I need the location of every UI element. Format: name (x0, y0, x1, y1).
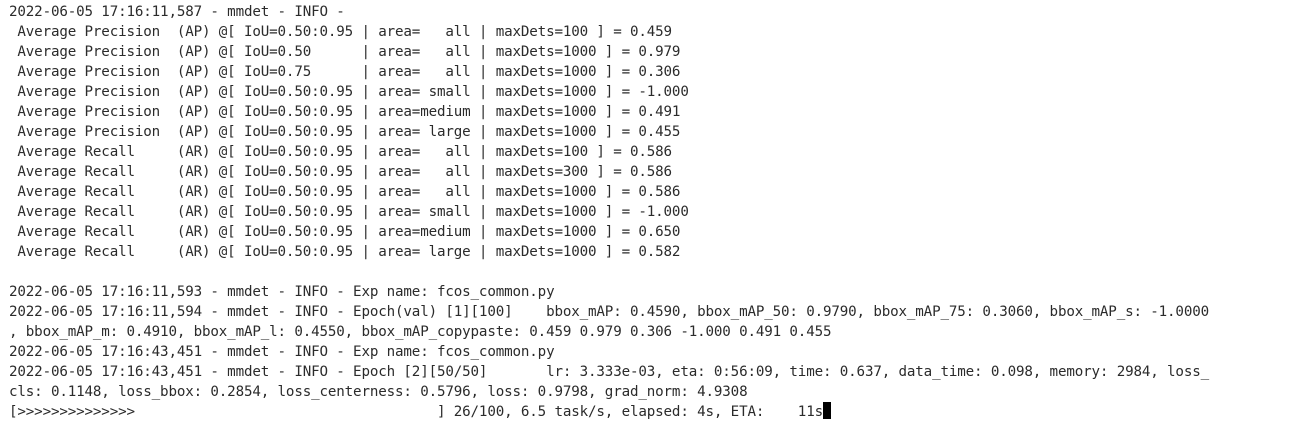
terminal-line: cls: 0.1148, loss_bbox: 0.2854, loss_cen… (9, 384, 748, 400)
terminal-output: 2022-06-05 17:16:11,587 - mmdet - INFO -… (9, 2, 1209, 422)
terminal-line: Average Precision (AP) @[ IoU=0.50:0.95 … (9, 124, 681, 140)
terminal-line: Average Precision (AP) @[ IoU=0.50:0.95 … (9, 84, 689, 100)
terminal-line: , bbox_mAP_m: 0.4910, bbox_mAP_l: 0.4550… (9, 324, 832, 340)
terminal-window[interactable]: 2022-06-05 17:16:11,587 - mmdet - INFO -… (0, 0, 1308, 424)
terminal-line: Average Recall (AR) @[ IoU=0.50:0.95 | a… (9, 164, 672, 180)
progress-bar-text: [>>>>>>>>>>>>>> ] 26/100, 6.5 task/s, el… (9, 404, 823, 420)
terminal-line: Average Recall (AR) @[ IoU=0.50:0.95 | a… (9, 184, 681, 200)
terminal-line: 2022-06-05 17:16:43,451 - mmdet - INFO -… (9, 364, 1209, 380)
terminal-line: 2022-06-05 17:16:43,451 - mmdet - INFO -… (9, 344, 555, 360)
terminal-line: Average Precision (AP) @[ IoU=0.50 | are… (9, 44, 681, 60)
terminal-line: Average Recall (AR) @[ IoU=0.50:0.95 | a… (9, 224, 681, 240)
progress-line: [>>>>>>>>>>>>>> ] 26/100, 6.5 task/s, el… (9, 402, 1209, 422)
terminal-line: Average Recall (AR) @[ IoU=0.50:0.95 | a… (9, 204, 689, 220)
terminal-line: 2022-06-05 17:16:11,594 - mmdet - INFO -… (9, 304, 1209, 320)
terminal-line: 2022-06-05 17:16:11,587 - mmdet - INFO - (9, 4, 345, 20)
terminal-line: Average Precision (AP) @[ IoU=0.50:0.95 … (9, 24, 672, 40)
terminal-cursor (823, 402, 831, 419)
terminal-line: Average Precision (AP) @[ IoU=0.75 | are… (9, 64, 681, 80)
terminal-line: Average Recall (AR) @[ IoU=0.50:0.95 | a… (9, 144, 672, 160)
terminal-line: 2022-06-05 17:16:11,593 - mmdet - INFO -… (9, 284, 555, 300)
terminal-line: Average Precision (AP) @[ IoU=0.50:0.95 … (9, 104, 681, 120)
terminal-line: Average Recall (AR) @[ IoU=0.50:0.95 | a… (9, 244, 681, 260)
